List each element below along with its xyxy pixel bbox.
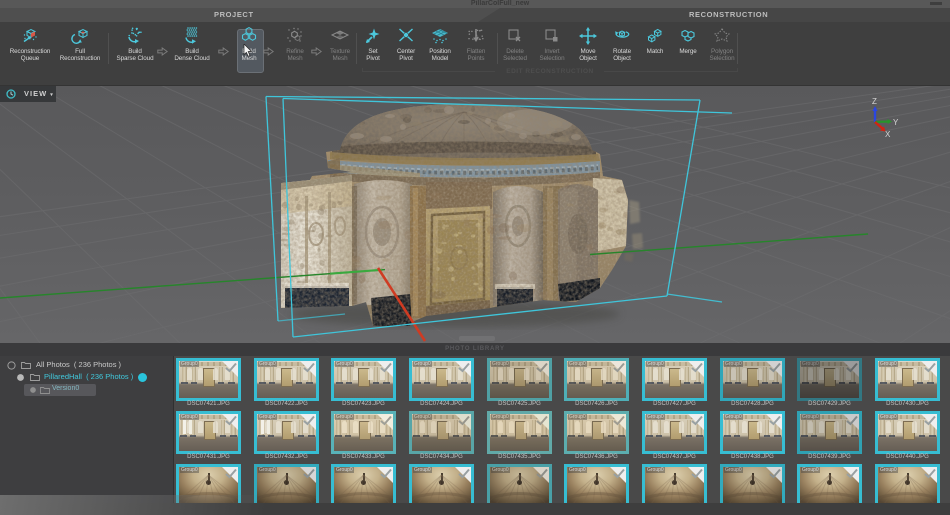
svg-text:Z: Z — [872, 97, 877, 106]
svg-text:X: X — [885, 130, 891, 139]
svg-text:Y: Y — [893, 118, 899, 127]
